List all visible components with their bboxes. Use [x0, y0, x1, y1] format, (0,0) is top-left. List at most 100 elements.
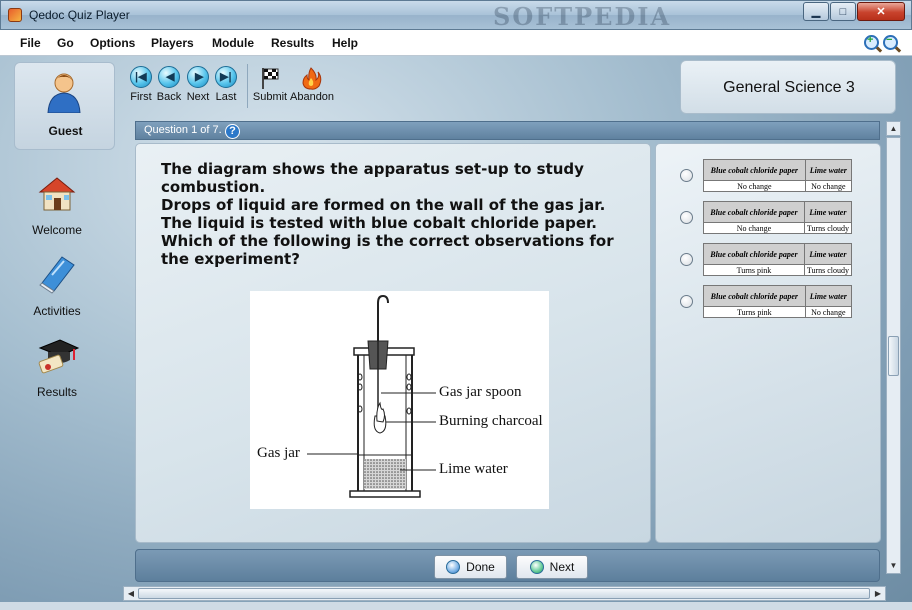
submit-button[interactable]: Submit: [252, 66, 288, 108]
nav-label: Welcome: [32, 223, 82, 237]
next-button[interactable]: Next: [516, 555, 588, 579]
answer-cell-a: Turns pink: [703, 264, 805, 276]
answer-cell-a: Turns pink: [703, 306, 806, 318]
close-button[interactable]: ✕: [857, 2, 905, 21]
user-card[interactable]: Guest: [14, 62, 115, 150]
answer-header-b: Lime water: [803, 243, 853, 265]
answer-header-b: Lime water: [804, 285, 853, 307]
menu-players[interactable]: Players: [151, 36, 194, 50]
title-bar: Qedoc Quiz Player SOFTPEDIA ▁ □ ✕: [0, 0, 912, 31]
label-gas-jar: Gas jar: [257, 445, 300, 461]
answer-option-4[interactable]: Blue cobalt chloride paper Lime water Tur…: [656, 285, 882, 319]
next-arrow-icon: [529, 560, 544, 574]
question-header: Question 1 of 7. ?: [135, 121, 880, 140]
question-text-line-1: The diagram shows the apparatus set-up t…: [161, 160, 584, 196]
answer-cell-b: Turns cloudy: [803, 222, 853, 234]
answer-option-3[interactable]: Blue cobalt chloride paper Lime water Tur…: [656, 243, 882, 277]
user-name: Guest: [48, 124, 83, 138]
label-lime-water: Lime water: [439, 461, 508, 477]
next-icon: ▶: [187, 66, 209, 88]
zoom-in-icon[interactable]: +: [864, 34, 879, 50]
last-button[interactable]: ▶| Last: [209, 66, 243, 108]
answer-radio[interactable]: [680, 295, 693, 308]
scroll-up-arrow-icon[interactable]: ▲: [886, 121, 901, 136]
help-icon[interactable]: ?: [225, 124, 240, 139]
window-title: Qedoc Quiz Player: [29, 8, 130, 22]
maximize-button[interactable]: □: [830, 2, 856, 21]
app-icon: [8, 8, 22, 22]
answer-header-a: Blue cobalt chloride paper: [703, 201, 805, 223]
minimize-button[interactable]: ▁: [803, 2, 829, 21]
status-bar: [0, 602, 912, 610]
done-label: Done: [466, 560, 495, 574]
scroll-left-arrow-icon[interactable]: ◀: [124, 587, 138, 600]
menu-options[interactable]: Options: [90, 36, 135, 50]
nav-results[interactable]: Results: [14, 334, 100, 406]
answer-header-a: Blue cobalt chloride paper: [703, 243, 805, 265]
menu-bar: File Go Options Players Module Results H…: [0, 30, 912, 56]
module-title-card: General Science 3: [680, 60, 896, 114]
label-gas-jar-spoon: Gas jar spoon: [439, 384, 522, 400]
label-burning-charcoal: Burning charcoal: [439, 413, 543, 429]
question-counter: Question 1 of 7.: [144, 124, 222, 136]
answer-radio[interactable]: [680, 169, 693, 182]
fire-icon: [302, 67, 322, 90]
nav-label: Activities: [33, 304, 81, 318]
answers-panel: Blue cobalt chloride paper Lime water No …: [655, 143, 881, 543]
abandon-label: Abandon: [290, 91, 335, 103]
submit-label: Submit: [252, 91, 288, 103]
answer-cell-b: No change: [804, 180, 853, 192]
nav-activities[interactable]: Activities: [14, 253, 100, 325]
last-label: Last: [215, 91, 237, 103]
menu-go[interactable]: Go: [57, 36, 74, 50]
graduation-cap-icon: [38, 339, 80, 374]
answer-table: Blue cobalt chloride paper Lime water No …: [703, 159, 853, 192]
vertical-scroll-thumb[interactable]: [888, 336, 899, 376]
book-icon: [39, 256, 75, 294]
answer-option-2[interactable]: Blue cobalt chloride paper Lime water No …: [656, 201, 882, 235]
menu-module[interactable]: Module: [212, 36, 254, 50]
apparatus-diagram: Gas jar spoon Burning charcoal Gas jar L…: [250, 291, 549, 509]
answer-cell-a: No change: [703, 222, 805, 234]
back-icon: ◀: [158, 66, 180, 88]
answer-table: Blue cobalt chloride paper Lime water Tur…: [703, 285, 853, 318]
answer-header-b: Lime water: [804, 159, 853, 181]
user-avatar-icon: [47, 73, 81, 113]
scroll-down-arrow-icon[interactable]: ▼: [887, 558, 900, 573]
answer-cell-b: Turns cloudy: [803, 264, 853, 276]
last-icon: ▶|: [215, 66, 237, 88]
menu-results[interactable]: Results: [271, 36, 314, 50]
module-title: General Science 3: [723, 79, 855, 96]
answer-header-b: Lime water: [803, 201, 853, 223]
done-icon: [446, 560, 461, 574]
question-text-line-2: Drops of liquid are formed on the wall o…: [161, 196, 614, 268]
answer-cell-b: No change: [804, 306, 853, 318]
answer-table: Blue cobalt chloride paper Lime water No …: [703, 201, 853, 234]
answer-option-1[interactable]: Blue cobalt chloride paper Lime water No …: [656, 159, 882, 193]
house-icon: [38, 177, 76, 211]
nav-label: Results: [36, 385, 77, 399]
answer-cell-a: No change: [703, 180, 806, 192]
horizontal-scrollbar[interactable]: ◀ ▶: [123, 586, 886, 601]
abandon-button[interactable]: Abandon: [290, 66, 335, 108]
toolbar-separator: [247, 64, 248, 108]
scroll-right-arrow-icon[interactable]: ▶: [871, 587, 885, 600]
answer-radio[interactable]: [680, 211, 693, 224]
next-button-label: Next: [549, 560, 575, 574]
first-icon: |◀: [130, 66, 152, 88]
zoom-out-icon[interactable]: −: [883, 34, 898, 50]
nav-welcome[interactable]: Welcome: [14, 172, 100, 244]
question-panel: The diagram shows the apparatus set-up t…: [135, 143, 651, 543]
menu-file[interactable]: File: [20, 36, 41, 50]
action-bar: Done Next: [135, 549, 880, 582]
watermark: SOFTPEDIA: [493, 2, 672, 31]
question-text: The diagram shows the apparatus set-up t…: [161, 160, 621, 268]
done-button[interactable]: Done: [434, 555, 507, 579]
answer-header-a: Blue cobalt chloride paper: [703, 285, 806, 307]
checkered-flag-icon: [262, 68, 279, 89]
vertical-scrollbar[interactable]: ▼: [886, 137, 901, 574]
menu-help[interactable]: Help: [332, 36, 358, 50]
answer-radio[interactable]: [680, 253, 693, 266]
answer-table: Blue cobalt chloride paper Lime water Tur…: [703, 243, 853, 276]
horizontal-scroll-thumb[interactable]: [138, 588, 870, 599]
